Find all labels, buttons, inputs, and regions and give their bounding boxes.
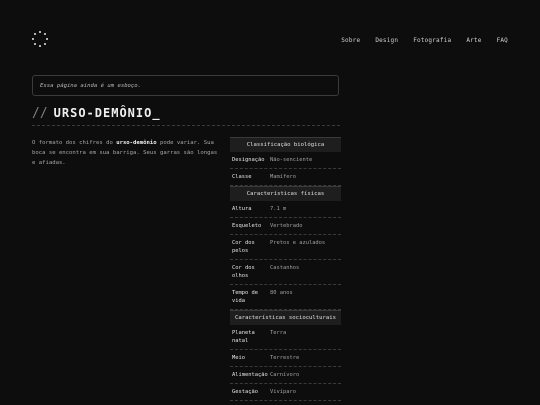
site-logo-icon[interactable] — [32, 31, 48, 47]
infobox-key: Meio — [232, 355, 245, 361]
infobox-value: Castanhos — [270, 265, 300, 271]
main-nav: Sobre Design Fotografia Arte FAQ — [341, 37, 508, 44]
desc-part1: O formato dos chifres do — [32, 140, 117, 146]
desc-bold-term: urso-demônio — [116, 140, 157, 146]
infobox-section-heading: Características físicas — [230, 186, 341, 201]
nav-link-fotografia[interactable]: Fotografia — [413, 37, 451, 44]
article-description: O formato dos chifres do urso-demônio po… — [32, 138, 220, 168]
infobox-row: Meio Terrestre — [230, 350, 341, 367]
infobox-value: Mamífero — [270, 174, 296, 180]
title-prefix: // — [32, 106, 48, 121]
infobox-value: Terrestre — [270, 355, 300, 361]
infobox-row: Planeta natal Terra — [230, 325, 341, 350]
page-title: // URSO-DEMÔNIO_ — [32, 106, 161, 121]
title-divider — [32, 125, 340, 126]
infobox-value: Vivíparo — [270, 389, 296, 395]
infobox-value: Vertebrado — [270, 223, 303, 229]
infobox-value: 7.1 m — [270, 206, 287, 212]
infobox-value: Não-senciente — [270, 157, 313, 163]
infobox-key: Esqueleto — [232, 223, 262, 229]
infobox-key: Cor dos pelos — [232, 240, 255, 254]
infobox-key: Classe — [232, 174, 252, 180]
infobox-value: 80 anos — [270, 290, 293, 296]
infobox-key: Alimentação — [232, 372, 268, 378]
nav-link-faq[interactable]: FAQ — [497, 37, 508, 44]
infobox-key: Tempo de vida — [232, 290, 258, 304]
infobox-row: Alimentação Carnívoro — [230, 367, 341, 384]
infobox-key: Altura — [232, 206, 252, 212]
infobox-section-heading: Características socioculturais — [230, 310, 341, 325]
infobox-row: Classe Mamífero — [230, 169, 341, 186]
infobox-row: Esqueleto Vertebrado — [230, 218, 341, 235]
infobox-row: Altura 7.1 m — [230, 201, 341, 218]
nav-link-sobre[interactable]: Sobre — [341, 37, 360, 44]
infobox-row: Cor dos pelos Pretos e azulados — [230, 235, 341, 260]
infobox-row: Designação Não-senciente — [230, 152, 341, 169]
infobox-row: Gestação Vivíparo — [230, 384, 341, 401]
infobox-row: Tempo de vida 80 anos — [230, 285, 341, 310]
draft-notice: Essa página ainda é um esboço. — [32, 75, 339, 96]
infobox-key: Designação — [232, 157, 265, 163]
infobox-value: Pretos e azulados — [270, 240, 326, 246]
nav-link-arte[interactable]: Arte — [466, 37, 481, 44]
infobox-key: Cor dos olhos — [232, 265, 255, 279]
infobox-key: Planeta natal — [232, 330, 255, 344]
infobox-value: Terra — [270, 330, 287, 336]
infobox-key: Gestação — [232, 389, 258, 395]
infobox-section-heading: Classificação biológica — [230, 137, 341, 152]
infobox-row: Cor dos olhos Castanhos — [230, 260, 341, 285]
draft-notice-text: Essa página ainda é um esboço. — [40, 83, 142, 89]
infobox: Classificação biológica Designação Não-s… — [230, 137, 341, 401]
infobox-value: Carnívoro — [270, 372, 300, 378]
nav-link-design[interactable]: Design — [375, 37, 398, 44]
title-text: URSO-DEMÔNIO_ — [53, 106, 161, 120]
